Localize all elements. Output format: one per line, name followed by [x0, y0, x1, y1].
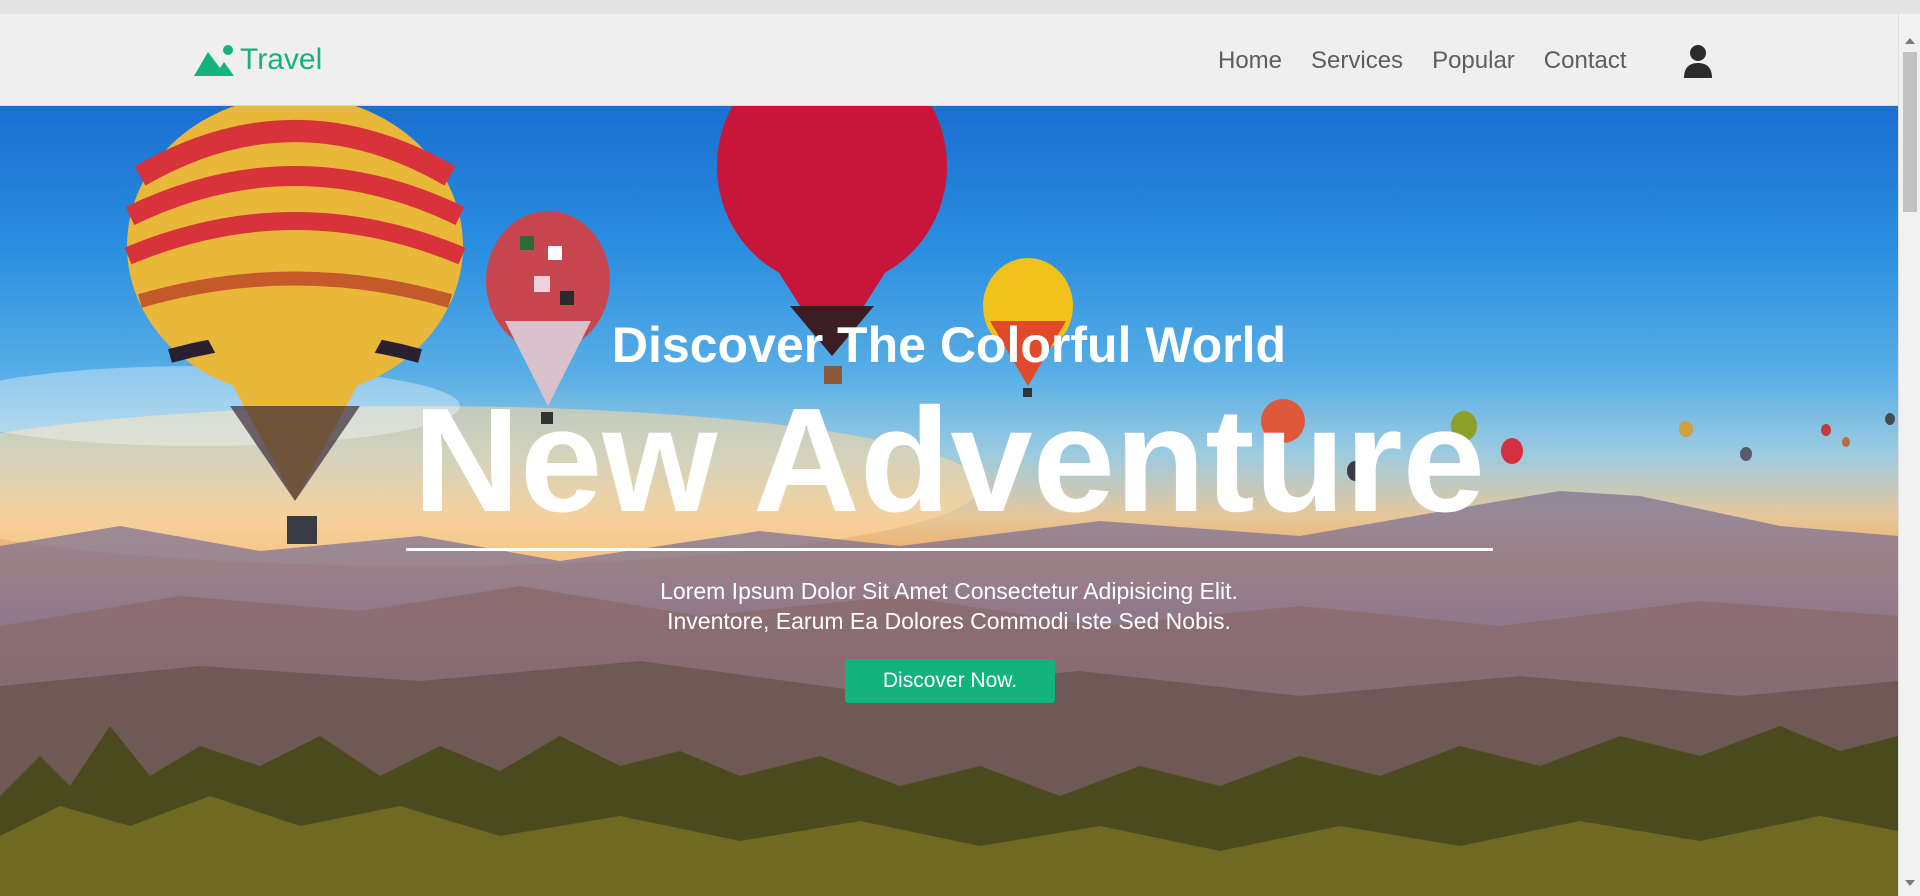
scroll-up-arrow-icon[interactable]: [1905, 38, 1915, 44]
hero-content: Discover The Colorful World New Adventur…: [0, 106, 1898, 896]
brand[interactable]: Travel: [194, 42, 322, 78]
brand-name: Travel: [240, 43, 323, 76]
scroll-thumb[interactable]: [1903, 52, 1917, 212]
nav-link-services[interactable]: Services: [1311, 46, 1403, 76]
hero-section: Discover The Colorful World New Adventur…: [0, 106, 1898, 896]
navbar: Travel Home Services Popular Contact: [0, 14, 1898, 106]
nav-link-popular[interactable]: Popular: [1432, 46, 1515, 76]
hero-description-line-1: Lorem Ipsum Dolor Sit Amet Consectetur A…: [660, 578, 1238, 604]
browser-top-strip: [0, 0, 1920, 14]
hero-subtitle: Discover The Colorful World: [611, 317, 1287, 373]
nav-menu: Home Services Popular Contact: [1218, 46, 1656, 76]
hero-description-line-2: Inventore, Earum Ea Dolores Commodi Iste…: [667, 608, 1231, 634]
hero-description: Lorem Ipsum Dolor Sit Amet Consectetur A…: [0, 576, 1898, 636]
hero-divider: [406, 548, 1493, 551]
hero-title: New Adventure: [413, 378, 1485, 543]
scroll-down-arrow-icon[interactable]: [1905, 880, 1915, 886]
nav-link-contact[interactable]: Contact: [1544, 46, 1627, 76]
mountain-logo-icon: [194, 45, 234, 76]
discover-now-button[interactable]: Discover Now.: [845, 659, 1055, 703]
vertical-scrollbar[interactable]: [1898, 14, 1920, 896]
user-icon[interactable]: [1683, 44, 1713, 78]
nav-link-home[interactable]: Home: [1218, 46, 1282, 76]
